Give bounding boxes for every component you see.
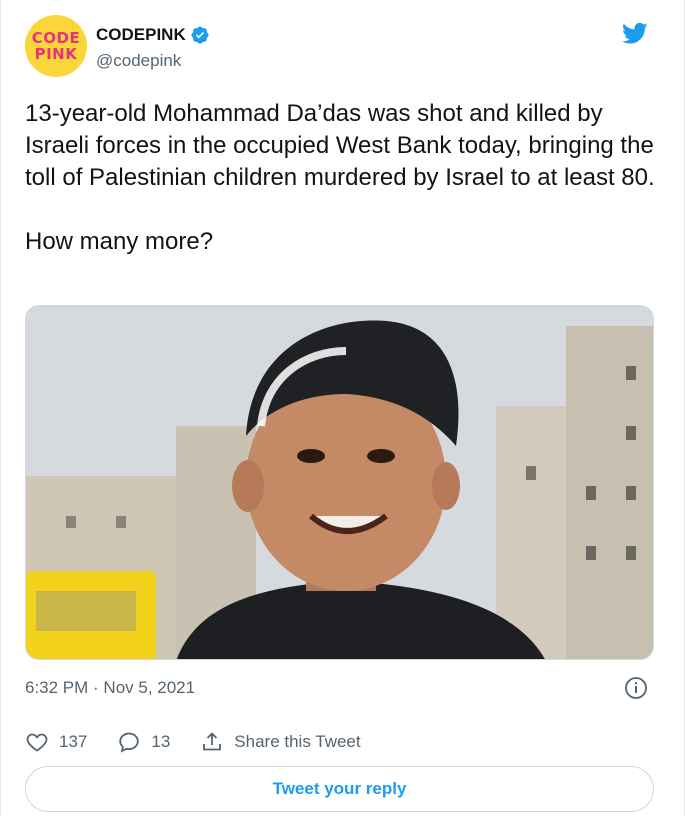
avatar[interactable]: CODE PINK	[25, 15, 87, 77]
share-label: Share this Tweet	[234, 732, 361, 751]
tweet-timestamp[interactable]: 6:32 PM · Nov 5, 2021	[25, 678, 195, 698]
verified-badge-icon	[190, 25, 210, 45]
tweet-actions: 137 13 Share this Tweet	[25, 728, 391, 756]
photo-illustration	[26, 306, 653, 659]
heart-icon	[26, 733, 48, 752]
reply-button[interactable]: 13	[117, 730, 170, 754]
tweet-text: 13-year-old Mohammad Da’das was shot and…	[25, 100, 655, 255]
twitter-bird-icon[interactable]	[620, 20, 648, 44]
avatar-text-code: CODE	[31, 28, 81, 47]
share-icon	[203, 732, 222, 751]
author-handle[interactable]: @codepink	[96, 51, 181, 71]
comment-icon	[119, 732, 140, 753]
like-count: 137	[59, 732, 88, 751]
info-icon[interactable]	[624, 676, 648, 700]
tweet-your-reply-button[interactable]: Tweet your reply	[25, 766, 654, 812]
tweet-card: CODE PINK CODEPINK @codepink 13-year-old…	[0, 0, 685, 816]
share-button[interactable]: Share this Tweet	[200, 730, 361, 754]
display-name[interactable]: CODEPINK	[96, 25, 186, 45]
author-name-row[interactable]: CODEPINK	[96, 24, 210, 46]
reply-count: 13	[151, 732, 171, 751]
avatar-text-pink: PINK	[34, 44, 78, 63]
tweet-photo[interactable]	[25, 305, 654, 660]
like-button[interactable]: 137	[25, 730, 87, 754]
